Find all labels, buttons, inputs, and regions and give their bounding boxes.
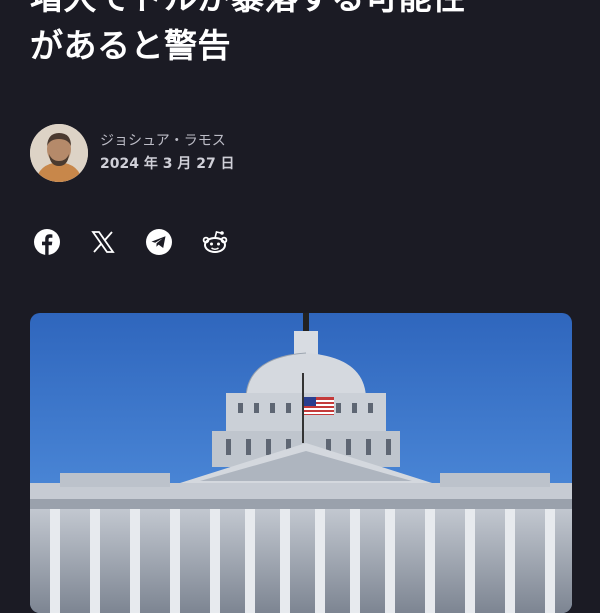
x-icon[interactable]	[89, 228, 117, 256]
article-headline: 増大でドルが暴落する可能性 があると警告	[30, 0, 590, 70]
author-byline: ジョシュア・ラモス 2024 年 3 月 27 日	[30, 123, 235, 183]
author-name[interactable]: ジョシュア・ラモス	[100, 130, 235, 152]
facebook-icon[interactable]	[33, 228, 61, 256]
author-avatar[interactable]	[30, 124, 88, 182]
telegram-icon[interactable]	[145, 228, 173, 256]
reddit-icon[interactable]	[201, 228, 229, 256]
headline-line-1: 増大でドルが暴落する可能性	[30, 0, 590, 22]
share-bar	[33, 228, 229, 256]
publish-date: 2024 年 3 月 27 日	[100, 156, 235, 172]
headline-line-2: があると警告	[30, 26, 231, 65]
hero-image	[30, 313, 572, 613]
